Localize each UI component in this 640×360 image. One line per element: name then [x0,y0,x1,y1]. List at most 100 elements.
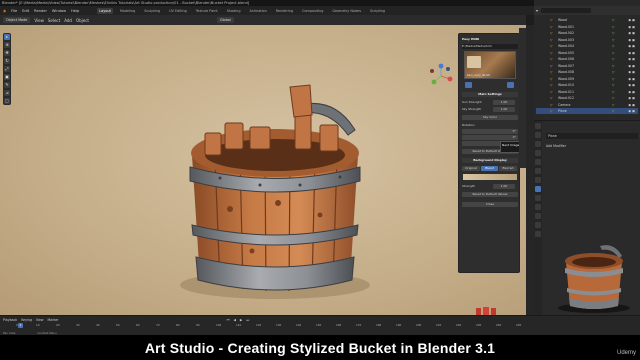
outliner-search-input[interactable] [541,8,592,13]
close-button[interactable]: Close [462,202,518,207]
play-icon[interactable]: ▶ [240,318,242,322]
outliner-row[interactable]: ▽ Camera ▽ ◉ ▣ [536,102,638,108]
transform-tool-icon[interactable]: ▣ [4,74,10,80]
tab-shading[interactable]: Shading [225,8,243,14]
jump-start-icon[interactable]: ⏮ [227,318,230,322]
visibility-toggle-icon[interactable]: ◉ ▣ [628,82,635,88]
menu-edit[interactable]: Edit [22,9,29,13]
tab-sculpting[interactable]: Sculpting [142,8,162,14]
menu-render[interactable]: Render [34,9,47,13]
outliner-row[interactable]: ▽ Wood.007 ▽ ◉ ▣ [536,63,638,69]
visibility-toggle-icon[interactable]: ◉ ▣ [628,37,635,43]
next-image-icon[interactable] [507,82,514,88]
modifier-tab-icon[interactable] [535,186,541,192]
outliner-row[interactable]: ▽ Wood.009 ▽ ◉ ▣ [536,76,638,82]
viewport-menu-add[interactable]: Add [64,18,72,23]
previous-image-icon[interactable] [465,82,472,88]
n-panel-tabs[interactable] [519,28,526,168]
visibility-toggle-icon[interactable]: ◉ ▣ [628,24,635,30]
tab-compositing[interactable]: Compositing [300,8,325,14]
hdri-path-field[interactable]: E:\Media\Media\hdri [462,44,518,49]
tab-rendering[interactable]: Rendering [274,8,295,14]
outliner-row[interactable]: ▽ Wood.008 ▽ ◉ ▣ [536,69,638,75]
sky-strength-value[interactable]: 1.00 [493,107,515,112]
sun-strength-value[interactable]: 1.00 [493,100,515,105]
sky-color-button[interactable]: Sky Color [462,115,518,120]
outliner-row[interactable]: ▽ Wood.003 ▽ ◉ ▣ [536,37,638,43]
visibility-toggle-icon[interactable]: ◉ ▣ [628,56,635,62]
outliner-row[interactable]: ▽ Wood.010 ▽ ◉ ▣ [536,82,638,88]
outliner-row[interactable]: ▽ Plane ▽ ◉ ▣ [536,108,638,114]
area-divider[interactable] [526,25,534,315]
tool-tab-icon[interactable] [535,123,541,129]
tab-geometry-nodes[interactable]: Geometry Nodes [330,8,363,14]
visibility-toggle-icon[interactable]: ◉ ▣ [628,43,635,49]
tab-layout[interactable]: Layout [97,7,113,14]
menu-file[interactable]: File [11,9,17,13]
move-tool-icon[interactable]: ✥ [4,50,10,56]
outliner-row[interactable]: ▽ Wood.004 ▽ ◉ ▣ [536,43,638,49]
annotate-tool-icon[interactable]: ✎ [4,82,10,88]
scene-tab-icon[interactable] [535,159,541,165]
output-tab-icon[interactable] [535,141,541,147]
visibility-toggle-icon[interactable]: ◉ ▣ [628,63,635,69]
add-cube-tool-icon[interactable]: ▢ [4,98,10,104]
current-frame-indicator[interactable]: 1 [18,323,23,328]
hdri-thumbnail[interactable]: barn_ivory_4k.hdr [464,51,516,79]
orientation-dropdown[interactable]: Global [216,17,234,23]
tab-modeling[interactable]: Modeling [118,8,137,14]
outliner-row[interactable]: ▽ Wood.012 ▽ ◉ ▣ [536,95,638,101]
outliner-row[interactable]: ▽ Wood.006 ▽ ◉ ▣ [536,56,638,62]
bg-mode-blurred[interactable]: Blurred [499,166,517,171]
visibility-toggle-icon[interactable]: ◉ ▣ [628,95,635,101]
reset-defaults-button-2[interactable]: Reset to Default Values [462,192,518,197]
particles-tab-icon[interactable] [535,195,541,201]
viewport-menu-object[interactable]: Object [76,18,89,23]
visibility-toggle-icon[interactable]: ◉ ▣ [628,76,635,82]
add-modifier-dropdown[interactable]: Add Modifier [546,143,606,149]
data-tab-icon[interactable] [535,222,541,228]
background-color-swatch[interactable] [463,174,517,180]
tab-uv-editing[interactable]: UV Editing [167,8,189,14]
3d-viewport[interactable]: ▸ ⊕ ✥ ↻ ⤢ ▣ ✎ ⊿ ▢ Easy HDRI E:\Media\Med… [0,25,526,315]
strength-value[interactable]: 1.00 [493,184,515,189]
select-tool-icon[interactable]: ▸ [4,34,10,40]
viewport-menu-view[interactable]: View [34,18,44,23]
background-display-header[interactable]: Background Display [462,158,518,163]
menu-help[interactable]: Help [71,9,79,13]
timeline-menu-playback[interactable]: Playback [3,318,17,322]
outliner-filter-icon[interactable]: ▾ [536,8,538,13]
play-reverse-icon[interactable]: ◀ [233,318,235,322]
bg-mode-original[interactable]: Original [462,166,480,171]
physics-tab-icon[interactable] [535,204,541,210]
constraints-tab-icon[interactable] [535,213,541,219]
navigation-gizmo-icon[interactable] [428,63,454,89]
visibility-toggle-icon[interactable]: ◉ ▣ [628,30,635,36]
tab-texture-paint[interactable]: Texture Paint [194,8,220,14]
outliner-row[interactable]: ▽ Wood ▽ ◉ ▣ [536,17,638,23]
timeline-ruler[interactable]: 0 10 20 30 40 50 60 70 80 90 100 110 120 130 140 150 160… [0,323,526,329]
material-tab-icon[interactable] [535,231,541,237]
measure-tool-icon[interactable]: ⊿ [4,90,10,96]
outliner-row[interactable]: ▽ Wood.005 ▽ ◉ ▣ [536,50,638,56]
visibility-toggle-icon[interactable]: ◉ ▣ [628,89,635,95]
jump-end-icon[interactable]: ⏭ [246,318,249,322]
scale-tool-icon[interactable]: ⤢ [4,66,10,72]
object-tab-icon[interactable] [535,177,541,183]
main-settings-header[interactable]: Main Settings [462,92,518,97]
viewport-menu-select[interactable]: Select [48,18,60,23]
rotate-tool-icon[interactable]: ↻ [4,58,10,64]
outliner-row[interactable]: ▽ Wood.002 ▽ ◉ ▣ [536,30,638,36]
tab-animation[interactable]: Animation [247,8,268,14]
rotation-y-field[interactable]: 0° [462,135,518,140]
world-tab-icon[interactable] [535,168,541,174]
timeline-menu-marker[interactable]: Marker [48,318,59,322]
visibility-toggle-icon[interactable]: ◉ ▣ [628,50,635,56]
blender-logo-icon[interactable]: ◉ [3,9,6,13]
view-layer-tab-icon[interactable] [535,150,541,156]
outliner-row[interactable]: ▽ Wood.001 ▽ ◉ ▣ [536,24,638,30]
bg-mode-blend[interactable]: Blend [481,166,498,171]
cursor-tool-icon[interactable]: ⊕ [4,42,10,48]
visibility-toggle-icon[interactable]: ◉ ▣ [628,17,635,23]
bucket-model[interactable] [170,75,380,305]
